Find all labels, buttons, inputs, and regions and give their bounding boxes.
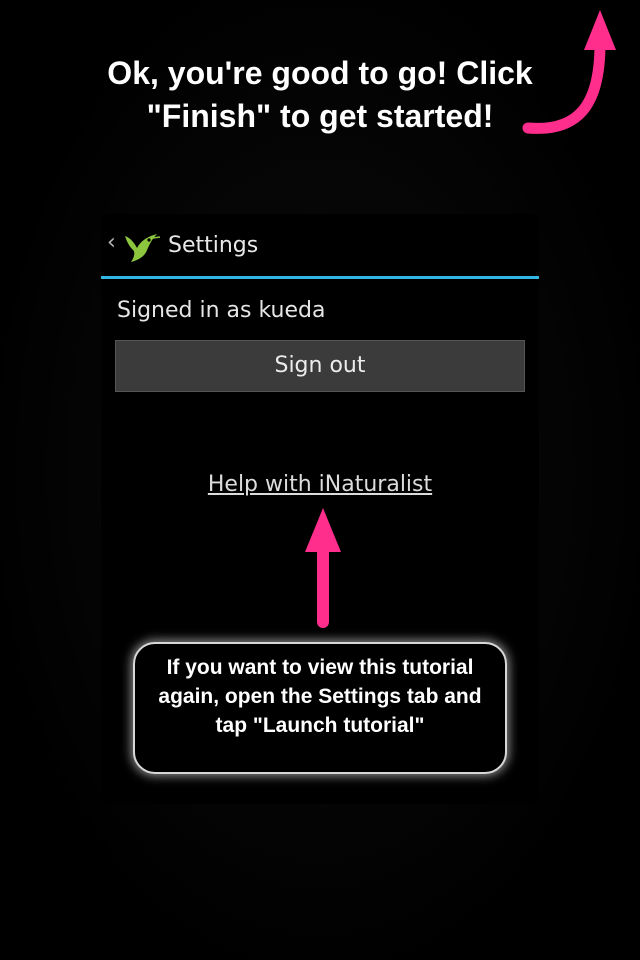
hummingbird-logo-icon[interactable] xyxy=(121,228,161,264)
page-title: Settings xyxy=(168,233,259,258)
chevron-left-icon[interactable]: ‹ xyxy=(107,230,116,256)
signed-in-label: Signed in as kueda xyxy=(117,298,326,323)
arrow-up-icon xyxy=(305,508,341,628)
tutorial-headline: Ok, you're good to go! Click "Finish" to… xyxy=(107,55,533,134)
tutorial-callout: If you want to view this tutorial again,… xyxy=(133,642,507,774)
sign-out-button[interactable]: Sign out xyxy=(115,340,525,392)
action-bar: ‹ Settings xyxy=(101,214,539,279)
help-link[interactable]: Help with iNaturalist xyxy=(101,470,539,500)
arrow-up-right-icon xyxy=(522,10,616,134)
